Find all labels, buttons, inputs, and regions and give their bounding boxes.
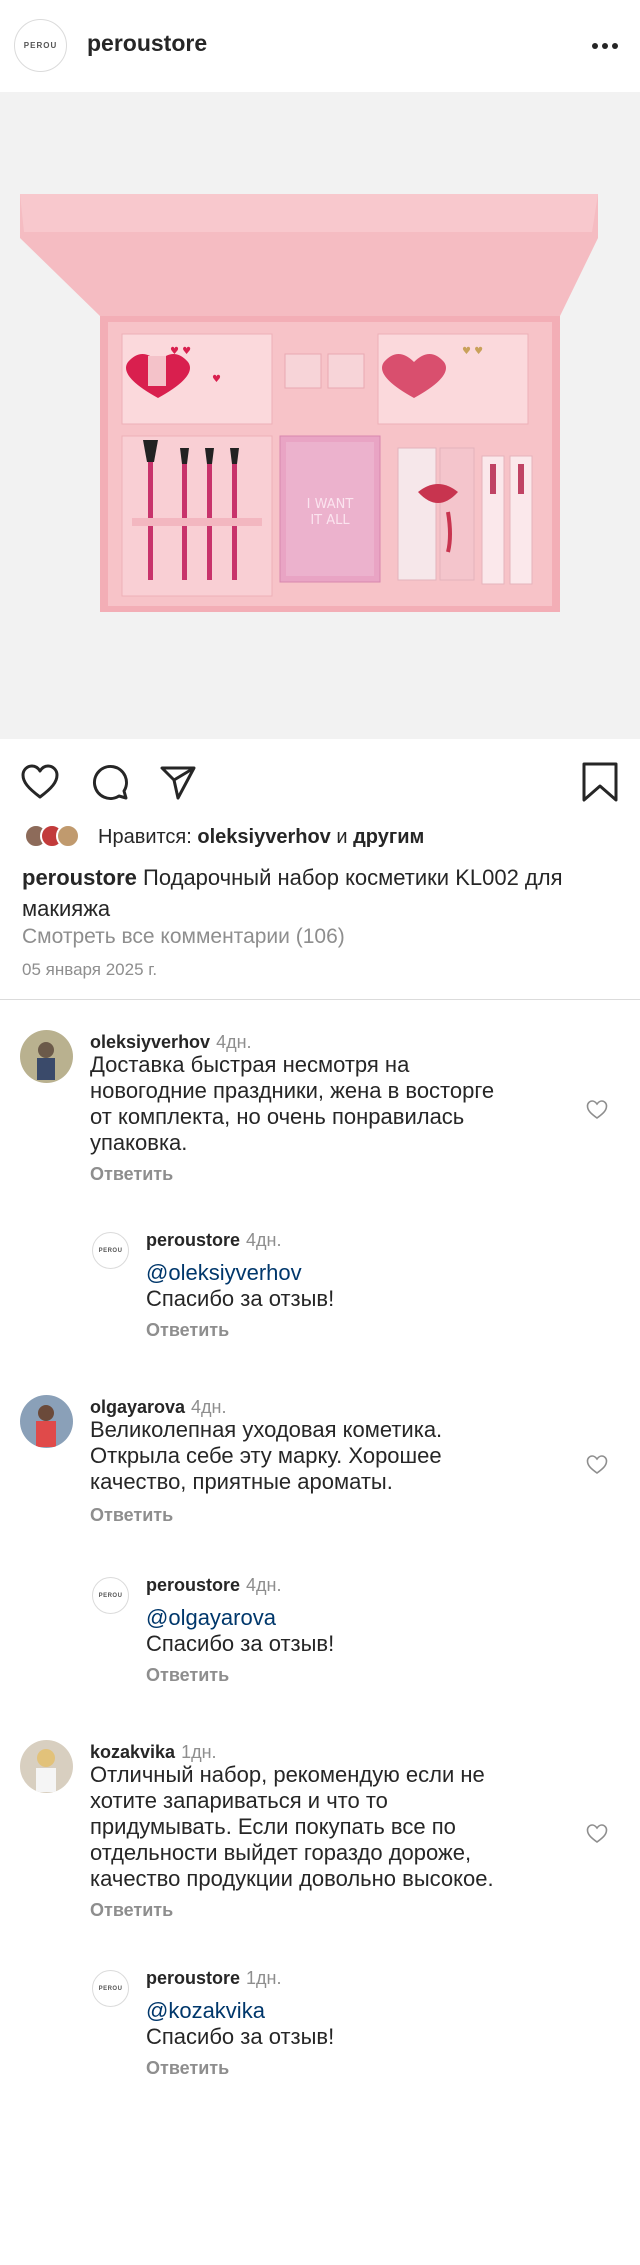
reply-mention[interactable]: @olgayarova [146,1605,334,1631]
post-caption: peroustore Подарочный набор косметики KL… [22,862,612,924]
paper-plane-icon[interactable] [156,760,200,804]
divider [0,999,640,1000]
post-date: 05 января 2025 г. [22,960,158,979]
reply-username[interactable]: peroustore 4дн. [146,1230,282,1251]
reply-time: 4дн. [246,1575,282,1595]
comment-text: Доставка быстрая несмотря на новогодние … [90,1052,495,1155]
reply-avatar[interactable]: PEROU [92,1232,129,1269]
liker-avatars [24,823,94,851]
likes-prefix: Нравится: [98,825,192,848]
palette-text: I WANT [307,497,354,512]
reply-mention[interactable]: @oleksiyverhov [146,1260,334,1286]
likes-row[interactable]: Нравится: oleksiyverhov и другим [24,822,424,852]
reply-item: PEROU peroustore 1дн. @kozakvika Спасибо … [92,1968,612,2078]
reply-time: 1дн. [246,1968,282,1988]
reply-button[interactable]: Ответить [146,2058,229,2079]
svg-text:IT ALL: IT ALL [310,513,350,528]
reply-item: PEROU peroustore 4дн. @oleksiyverhov Спас… [92,1230,612,1340]
svg-text:♥: ♥ [212,374,221,385]
reply-text: @olgayarova Спасибо за отзыв! [146,1605,335,1656]
likes-others[interactable]: другим [353,826,424,848]
svg-text:♥ ♥: ♥ ♥ [170,346,191,357]
post-actions [0,752,640,812]
commenter-avatar[interactable] [20,1740,73,1793]
comment-time: 1дн. [181,1742,217,1762]
reply-mention[interactable]: @kozakvika [146,1998,334,2024]
comment-time: 4дн. [216,1032,252,1052]
reply-text: @kozakvika Спасибо за отзыв! [146,1998,335,2049]
comment-username[interactable]: olgayarova 4дн. [90,1397,227,1418]
comment-username[interactable]: kozakvika 1дн. [90,1742,217,1763]
post-header: PEROU peroustore [0,0,640,92]
reply-avatar[interactable]: PEROU [92,1970,129,2007]
comment-bubble-icon[interactable] [88,760,132,804]
reply-username[interactable]: peroustore 1дн. [146,1968,282,1989]
heart-icon[interactable] [18,760,62,804]
comment-item: olgayarova 4дн. Великолепная уходовая ком… [20,1395,620,1525]
reply-button[interactable]: Ответить [146,1320,229,1341]
post-image[interactable]: ♥ ♥ ♥ ♥ ♥ I WANT IT ALL [0,92,640,739]
comment-item: oleksiyverhov 4дн. Доставка быстрая несмо… [20,1030,620,1184]
comment-item: kozakvika 1дн. Отличный набор, рекомендую… [20,1740,620,1920]
svg-text:♥ ♥: ♥ ♥ [462,346,483,357]
likes-text: Нравится: oleksiyverhov и другим [98,826,424,849]
reply-item: PEROU peroustore 4дн. @olgayarova Спасибо… [92,1575,612,1685]
heart-outline-icon[interactable] [585,1822,609,1846]
store-avatar[interactable]: PEROU [14,19,67,72]
reply-button[interactable]: Ответить [146,1665,229,1686]
heart-outline-icon[interactable] [585,1098,609,1122]
likes-user[interactable]: oleksiyverhov [197,826,330,848]
store-logo-text: PEROU [23,41,58,50]
reply-button[interactable]: Ответить [90,1505,173,1526]
gift-box-illustration: ♥ ♥ ♥ ♥ ♥ I WANT IT ALL [0,92,640,739]
reply-avatar[interactable]: PEROU [92,1577,129,1614]
heart-outline-icon[interactable] [585,1453,609,1477]
comment-time: 4дн. [191,1397,227,1417]
more-dots-icon[interactable] [590,36,620,56]
view-all-comments-link[interactable]: Смотреть все комментарии (106) [22,925,345,949]
header-username[interactable]: peroustore [87,30,207,57]
bookmark-icon[interactable] [578,760,622,804]
caption-username[interactable]: peroustore [22,865,137,890]
commenter-avatar[interactable] [20,1030,73,1083]
comment-username[interactable]: oleksiyverhov 4дн. [90,1032,252,1053]
reply-username[interactable]: peroustore 4дн. [146,1575,282,1596]
reply-time: 4дн. [246,1230,282,1250]
likes-middle: и [336,825,348,848]
comment-text: Великолепная уходовая кометика. Открыла … [90,1417,443,1494]
liker-avatar [56,824,80,848]
reply-button[interactable]: Ответить [90,1900,173,1921]
comment-text: Отличный набор, рекомендую если не хотит… [90,1762,494,1891]
reply-button[interactable]: Ответить [90,1164,173,1185]
reply-text: @oleksiyverhov Спасибо за отзыв! [146,1260,335,1311]
commenter-avatar[interactable] [20,1395,73,1448]
